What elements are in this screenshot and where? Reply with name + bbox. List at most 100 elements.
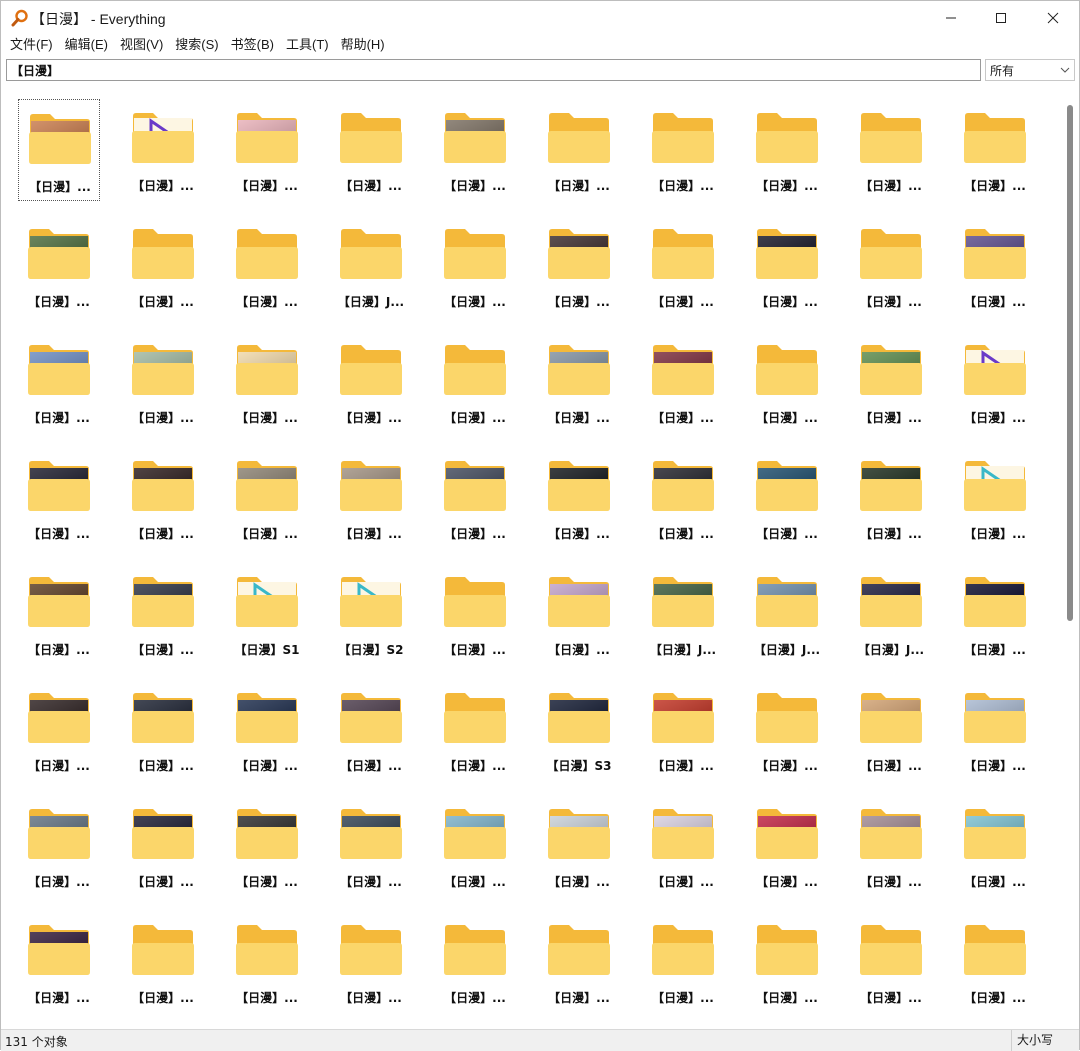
folder-item[interactable]: 【日漫】... [122,331,204,433]
folder-item[interactable]: 【日漫】... [434,447,516,549]
title-bar[interactable]: 【日漫】 - Everything [1,1,1079,34]
folder-item[interactable]: 【日漫】J... [850,563,932,665]
folder-item[interactable]: 【日漫】J... [330,215,412,317]
folder-item[interactable]: 【日漫】... [538,331,620,433]
folder-item[interactable]: 【日漫】... [746,215,828,317]
folder-item[interactable]: 【日漫】S1 [226,563,308,665]
folder-item[interactable]: 【日漫】... [434,679,516,781]
folder-item[interactable]: 【日漫】... [226,795,308,897]
folder-item[interactable]: 【日漫】... [538,563,620,665]
folder-item[interactable]: 【日漫】... [330,679,412,781]
folder-item[interactable]: 【日漫】... [642,795,724,897]
menu-bookmarks[interactable]: 书签(B) [226,34,279,56]
folder-item[interactable]: 【日漫】... [850,679,932,781]
folder-item[interactable]: 【日漫】... [18,215,100,317]
folder-item[interactable]: 【日漫】... [122,795,204,897]
folder-item[interactable]: 【日漫】... [18,99,100,201]
folder-item[interactable]: 【日漫】... [850,911,932,1013]
menu-search[interactable]: 搜索(S) [170,34,223,56]
folder-item[interactable]: 【日漫】... [434,331,516,433]
folder-item[interactable]: 【日漫】... [850,215,932,317]
folder-item[interactable]: 【日漫】... [642,331,724,433]
folder-item[interactable]: 【日漫】... [434,99,516,201]
folder-item[interactable]: 【日漫】... [434,563,516,665]
scroll-thumb[interactable] [1067,105,1073,621]
folder-item[interactable]: 【日漫】... [954,331,1036,433]
folder-icon [860,809,922,859]
folder-item[interactable]: 【日漫】... [434,911,516,1013]
folder-item[interactable]: 【日漫】... [226,99,308,201]
folder-item[interactable]: 【日漫】... [330,331,412,433]
folder-item[interactable]: 【日漫】... [122,447,204,549]
folder-name: 【日漫】... [756,527,818,541]
folder-item[interactable]: 【日漫】... [954,447,1036,549]
folder-item[interactable]: 【日漫】... [746,331,828,433]
menu-help[interactable]: 帮助(H) [336,34,390,56]
folder-item[interactable]: 【日漫】... [330,99,412,201]
folder-item[interactable]: 【日漫】... [18,911,100,1013]
vertical-scrollbar[interactable] [1062,87,1079,1028]
folder-item[interactable]: 【日漫】... [746,795,828,897]
folder-item[interactable]: 【日漫】... [850,795,932,897]
folder-item[interactable]: 【日漫】... [18,563,100,665]
maximize-button[interactable] [978,1,1024,34]
folder-item[interactable]: 【日漫】... [226,331,308,433]
folder-item[interactable]: 【日漫】... [330,447,412,549]
folder-item[interactable]: 【日漫】... [538,795,620,897]
folder-item[interactable]: 【日漫】J... [642,563,724,665]
folder-item[interactable]: 【日漫】... [746,911,828,1013]
folder-item[interactable]: 【日漫】... [226,679,308,781]
folder-item[interactable]: 【日漫】... [850,447,932,549]
folder-item[interactable]: 【日漫】... [434,215,516,317]
folder-item[interactable]: 【日漫】... [18,679,100,781]
folder-icon [860,925,922,975]
folder-item[interactable]: 【日漫】... [746,447,828,549]
results-view[interactable]: 【日漫】... 【日漫】... 【日漫】... 【日漫】... 【日漫】... 【日漫】.… [2,87,1062,1028]
folder-item[interactable]: 【日漫】... [538,911,620,1013]
folder-item[interactable]: 【日漫】... [538,447,620,549]
folder-item[interactable]: 【日漫】... [226,911,308,1013]
folder-item[interactable]: 【日漫】J... [746,563,828,665]
folder-item[interactable]: 【日漫】... [122,215,204,317]
folder-item[interactable]: 【日漫】... [226,215,308,317]
folder-item[interactable]: 【日漫】... [18,795,100,897]
folder-item[interactable]: 【日漫】... [642,215,724,317]
folder-item[interactable]: 【日漫】... [850,331,932,433]
minimize-button[interactable] [928,1,974,34]
folder-item[interactable]: 【日漫】... [954,795,1036,897]
folder-item[interactable]: 【日漫】... [122,679,204,781]
folder-item[interactable]: 【日漫】... [954,679,1036,781]
folder-item[interactable]: 【日漫】... [746,99,828,201]
folder-item[interactable]: 【日漫】... [122,99,204,201]
menu-edit[interactable]: 编辑(E) [60,34,113,56]
folder-item[interactable]: 【日漫】S2 [330,563,412,665]
folder-item[interactable]: 【日漫】... [538,99,620,201]
match-case-indicator[interactable]: 大小写 [1011,1030,1053,1051]
folder-item[interactable]: 【日漫】... [850,99,932,201]
folder-item[interactable]: 【日漫】... [746,679,828,781]
folder-item[interactable]: 【日漫】... [434,795,516,897]
folder-item[interactable]: 【日漫】... [330,911,412,1013]
menu-view[interactable]: 视图(V) [115,34,168,56]
folder-item[interactable]: 【日漫】... [642,99,724,201]
folder-item[interactable]: 【日漫】... [122,563,204,665]
menu-file[interactable]: 文件(F) [5,34,58,56]
filter-dropdown[interactable]: 所有 [985,59,1075,81]
search-input[interactable] [6,59,981,81]
folder-item[interactable]: 【日漫】... [954,911,1036,1013]
folder-item[interactable]: 【日漫】... [642,679,724,781]
folder-item[interactable]: 【日漫】S3 [538,679,620,781]
folder-item[interactable]: 【日漫】... [18,447,100,549]
folder-item[interactable]: 【日漫】... [954,563,1036,665]
folder-item[interactable]: 【日漫】... [642,911,724,1013]
folder-item[interactable]: 【日漫】... [538,215,620,317]
folder-item[interactable]: 【日漫】... [18,331,100,433]
folder-item[interactable]: 【日漫】... [642,447,724,549]
folder-item[interactable]: 【日漫】... [226,447,308,549]
folder-item[interactable]: 【日漫】... [954,99,1036,201]
folder-item[interactable]: 【日漫】... [330,795,412,897]
close-button[interactable] [1030,1,1076,34]
folder-item[interactable]: 【日漫】... [122,911,204,1013]
folder-item[interactable]: 【日漫】... [954,215,1036,317]
menu-tools[interactable]: 工具(T) [281,34,334,56]
